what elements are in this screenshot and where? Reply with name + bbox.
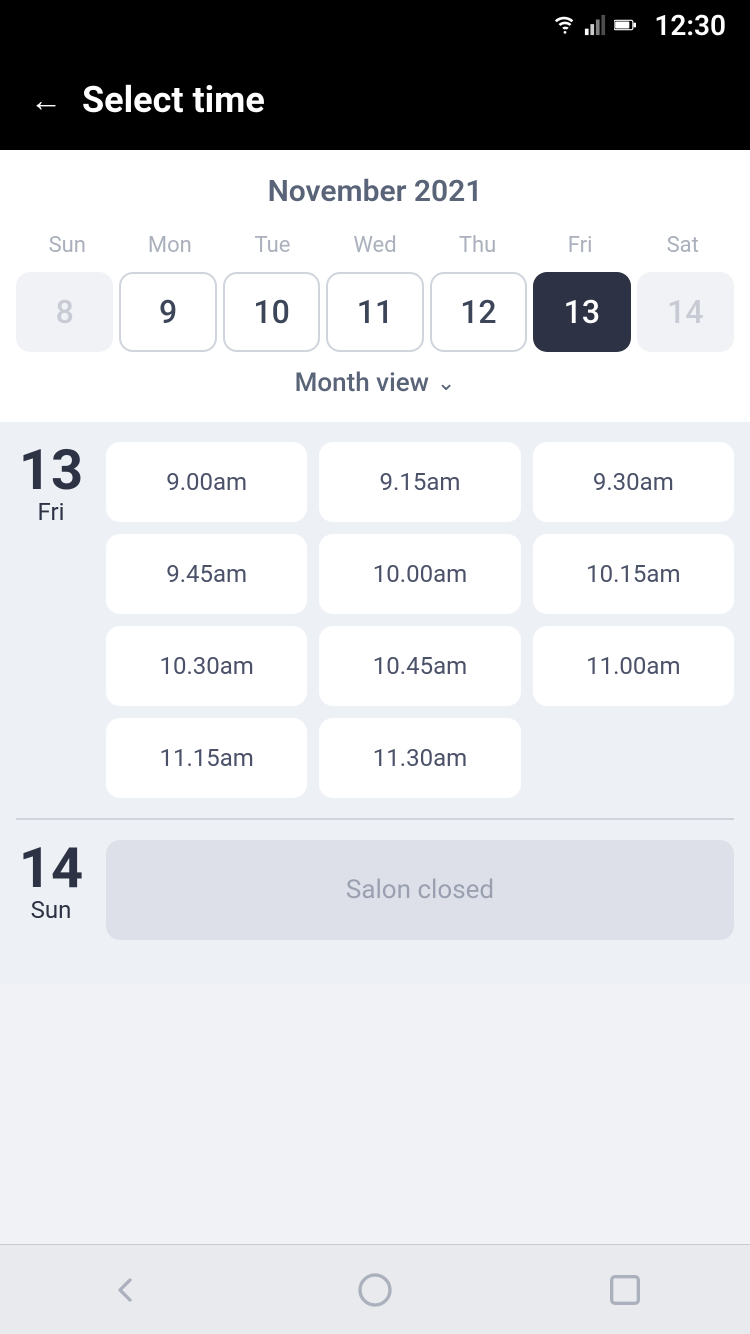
home-nav-icon [355, 1270, 395, 1310]
date-10[interactable]: 10 [223, 272, 320, 352]
battery-icon [614, 14, 636, 36]
day-header-fri: Fri [529, 229, 632, 262]
day-number-block-14: 14 Sun [16, 840, 86, 924]
time-slot-1000am[interactable]: 10.00am [319, 534, 520, 614]
time-slot-915am[interactable]: 9.15am [319, 442, 520, 522]
date-row: 8 9 10 11 12 13 14 [16, 272, 734, 352]
date-13[interactable]: 13 [533, 272, 630, 352]
nav-bar [0, 1244, 750, 1334]
day-header-thu: Thu [426, 229, 529, 262]
time-slot-1045am[interactable]: 10.45am [319, 626, 520, 706]
date-14[interactable]: 14 [637, 272, 734, 352]
time-slot-930am[interactable]: 9.30am [533, 442, 734, 522]
day-header-sat: Sat [631, 229, 734, 262]
day-label-row-14: 14 Sun Salon closed [16, 840, 734, 940]
nav-back-button[interactable] [103, 1268, 147, 1312]
main-content: November 2021 Sun Mon Tue Wed Thu Fri Sa… [0, 150, 750, 1074]
time-slot-900am[interactable]: 9.00am [106, 442, 307, 522]
month-view-toggle[interactable]: Month view ⌄ [16, 352, 734, 406]
calendar-section: November 2021 Sun Mon Tue Wed Thu Fri Sa… [0, 150, 750, 422]
app-header: ← Select time [0, 50, 750, 150]
signal-icon [584, 14, 606, 36]
nav-recent-button[interactable] [603, 1268, 647, 1312]
day-number-14: 14 [16, 840, 86, 896]
timeslots-section: 13 Fri 9.00am 9.15am 9.30am 9.45am 10.00… [0, 422, 750, 984]
day-number-block-13: 13 Fri [16, 442, 86, 526]
date-12[interactable]: 12 [430, 272, 527, 352]
page-title: Select time [82, 79, 265, 121]
time-slot-1030am[interactable]: 10.30am [106, 626, 307, 706]
day-header-tue: Tue [221, 229, 324, 262]
day-header-sun: Sun [16, 229, 119, 262]
day-number-13: 13 [16, 442, 86, 498]
date-9[interactable]: 9 [119, 272, 216, 352]
day-header-mon: Mon [119, 229, 222, 262]
status-time: 12:30 [654, 9, 726, 42]
day-header-wed: Wed [324, 229, 427, 262]
time-slot-1015am[interactable]: 10.15am [533, 534, 734, 614]
section-divider [16, 818, 734, 820]
status-icons [554, 14, 636, 36]
month-view-label: Month view [295, 368, 429, 398]
status-bar: 12:30 [0, 0, 750, 50]
recent-nav-icon [605, 1270, 645, 1310]
day-section-13: 13 Fri 9.00am 9.15am 9.30am 9.45am 10.00… [16, 442, 734, 798]
back-button[interactable]: ← [30, 84, 62, 116]
wifi-icon [554, 14, 576, 36]
nav-home-button[interactable] [353, 1268, 397, 1312]
chevron-down-icon: ⌄ [437, 371, 455, 396]
time-slot-945am[interactable]: 9.45am [106, 534, 307, 614]
time-grid-13: 9.00am 9.15am 9.30am 9.45am 10.00am 10.1… [106, 442, 734, 798]
time-slot-1100am[interactable]: 11.00am [533, 626, 734, 706]
day-section-14: 14 Sun Salon closed [16, 840, 734, 940]
time-slot-1115am[interactable]: 11.15am [106, 718, 307, 798]
date-8[interactable]: 8 [16, 272, 113, 352]
salon-closed-message: Salon closed [106, 840, 734, 940]
time-slot-1130am[interactable]: 11.30am [319, 718, 520, 798]
date-11[interactable]: 11 [326, 272, 423, 352]
day-label-row-13: 13 Fri 9.00am 9.15am 9.30am 9.45am 10.00… [16, 442, 734, 798]
back-nav-icon [105, 1270, 145, 1310]
month-title: November 2021 [16, 174, 734, 209]
day-headers: Sun Mon Tue Wed Thu Fri Sat [16, 229, 734, 262]
